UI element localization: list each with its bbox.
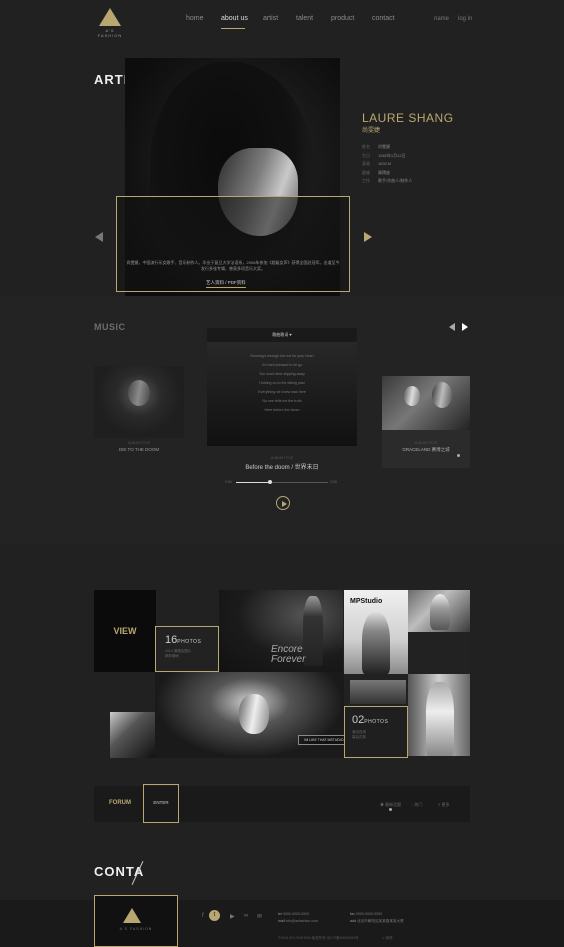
album-cover-face (404, 386, 420, 406)
album-right-dot-icon (457, 454, 460, 457)
album-cover-face (432, 382, 452, 408)
name-link[interactable]: name (434, 16, 449, 22)
gallery-count: 02PHOTOS (352, 714, 389, 726)
artist-next-arrow-icon[interactable] (364, 232, 372, 242)
artist-name-en: LAURE SHANG (362, 111, 454, 125)
nav-about-us[interactable]: about us (221, 15, 248, 22)
gallery-photo[interactable] (408, 590, 470, 632)
artist-name-zh: 尚雯婕 (362, 128, 381, 134)
copyright: ©2014 A'S FASHION 版权所有 京ICP备00000000号 (278, 936, 359, 940)
weibo-link[interactable]: ∞ 微博 (382, 936, 392, 941)
music-section-title: MUSIC (94, 322, 126, 332)
photo-figure (239, 694, 269, 734)
photo-figure (362, 612, 390, 674)
address-value: 北京市朝阳区某某路某某大厦 (357, 919, 404, 923)
twitter-icon[interactable]: t (209, 910, 220, 921)
lyric-line: Here before the doom (264, 408, 300, 412)
album-card-right[interactable] (382, 376, 470, 430)
album-left-sub: ALBUM TITLE (127, 441, 151, 445)
forum-link-dot-icon (389, 808, 392, 811)
lyric-line: Running's enough but not for your heart (250, 354, 314, 358)
album-right-title[interactable]: GRACELAND 赛博之城 (382, 447, 470, 453)
speech-icon: ◌ (411, 802, 414, 807)
logo-triangle-icon (99, 8, 121, 26)
album-right-sub: ALBUM TITLE (414, 441, 438, 445)
artist-bio-text: 尚雯婕，中国流行乐女歌手、音乐制作人。毕业于复旦大学法语系，2006年参加《超级… (126, 260, 340, 271)
album-cover-face (128, 380, 150, 406)
info-row: 工作 歌手/作曲人/制作人 (362, 178, 413, 184)
gallery-photo-curly[interactable] (155, 672, 344, 758)
lyric-lines: Running's enough but not for your heart … (207, 352, 357, 415)
nav-active-indicator (221, 28, 245, 29)
nav-product[interactable]: product (331, 15, 354, 22)
encore-text: Encore Forever (271, 644, 306, 665)
nav-home[interactable]: home (186, 15, 204, 22)
lyric-line: Everything we knew was here (258, 390, 306, 394)
gallery-view-label[interactable]: VIEW (94, 626, 156, 636)
gallery-count-caption: 演出现场 幕后花絮 (352, 730, 366, 739)
tel-value: 4000-0000-0000 (282, 912, 310, 916)
youtube-icon[interactable]: ▶ (230, 913, 235, 920)
artist-prev-arrow-icon[interactable] (95, 232, 103, 242)
mpstudio-text: MPStudio (350, 598, 383, 605)
wechat-icon[interactable]: ✉ (257, 913, 262, 920)
nav-contact[interactable]: contact (372, 15, 395, 22)
photo-figure (303, 596, 323, 666)
nav-talent[interactable]: talent (296, 15, 313, 22)
logo-text: A'S FASHION (97, 28, 123, 38)
play-button-icon[interactable] (276, 496, 290, 510)
lyric-line: No one tells me the truth (262, 399, 302, 403)
time-start: 0:00 (225, 480, 232, 484)
heart-icon: ♥ (289, 332, 292, 337)
logo[interactable]: A'S FASHION (95, 8, 125, 38)
progress-fill (236, 482, 271, 483)
photo-figure (426, 682, 454, 756)
nav-artist[interactable]: artist (263, 15, 278, 22)
song-title: Before the doom / 世界末日 (245, 465, 319, 471)
artist-info-list: 姓名 尚雯婕 生日 1982年1月12日 身高 163CM 星座 摩羯座 工作 歌手/作曲… (362, 143, 412, 186)
info-row: 姓名 尚雯婕 (362, 144, 390, 149)
info-row: 生日 1982年1月12日 (362, 152, 406, 158)
gallery-photo[interactable] (110, 712, 155, 758)
forum-link-more[interactable]: ≡ 更多 (438, 802, 449, 808)
lyric-line: I'm hard pressed to let go (261, 363, 303, 367)
lyric-header: 歌曲歌词 ♥ (207, 328, 357, 342)
music-next-icon[interactable] (462, 323, 468, 331)
photo-figure (430, 594, 450, 630)
album-card-left[interactable] (94, 366, 184, 438)
progress-knob[interactable] (268, 480, 273, 484)
weibo-icon[interactable]: ∞ (244, 913, 248, 919)
gallery-count: 16PHOTOS (165, 634, 202, 646)
time-end: 3:28 (330, 480, 337, 484)
contact-col-2: fax 0000-0000-0000 add 北京市朝阳区某某路某某大厦 (350, 912, 404, 923)
login-link[interactable]: log in (458, 16, 472, 22)
lyric-line: Holding on to the falling past (259, 381, 305, 385)
artist-bio-link[interactable]: 艺人资料 / PDF资料 (206, 280, 246, 288)
page: A'S FASHION home about us artist talent … (0, 0, 564, 947)
gallery-empty-tile (408, 632, 470, 674)
lyric-line: Too much time slipping away (259, 372, 305, 376)
forum-title: FORUM (109, 800, 131, 806)
contact-col-1: tel 4000-0000-0000 mail info@asfashion.c… (278, 912, 319, 923)
mail-value: info@asfashion.com (285, 919, 319, 923)
gallery-photo[interactable] (350, 680, 406, 704)
song-sub: ALBUM TITLE (270, 456, 294, 460)
footer-logo-triangle-icon (123, 908, 141, 923)
info-row: 星座 摩羯座 (362, 169, 390, 175)
info-row: 身高 163CM (362, 161, 391, 167)
list-icon: ≡ (438, 802, 441, 807)
enter-label[interactable]: ENTER (143, 800, 179, 805)
footer-logo-text: A'S FASHION (119, 927, 153, 931)
artist-bio-frame (116, 196, 350, 292)
album-left-title[interactable]: DIE TO THE DOOM (94, 447, 184, 452)
forum-link-hot[interactable]: ◌ 热门 (411, 802, 423, 808)
curly-photo-label: IM LIKE THAT MSTUDIO (298, 735, 350, 745)
fax-value: 0000-0000-0000 (355, 912, 383, 916)
gallery-photo[interactable] (408, 674, 470, 756)
music-prev-icon[interactable] (449, 323, 455, 331)
gallery-count-caption: 2014 演唱会图片 精彩瞬间 (165, 649, 192, 658)
facebook-icon[interactable]: f (202, 913, 204, 919)
chat-icon: ◉ (380, 802, 384, 807)
